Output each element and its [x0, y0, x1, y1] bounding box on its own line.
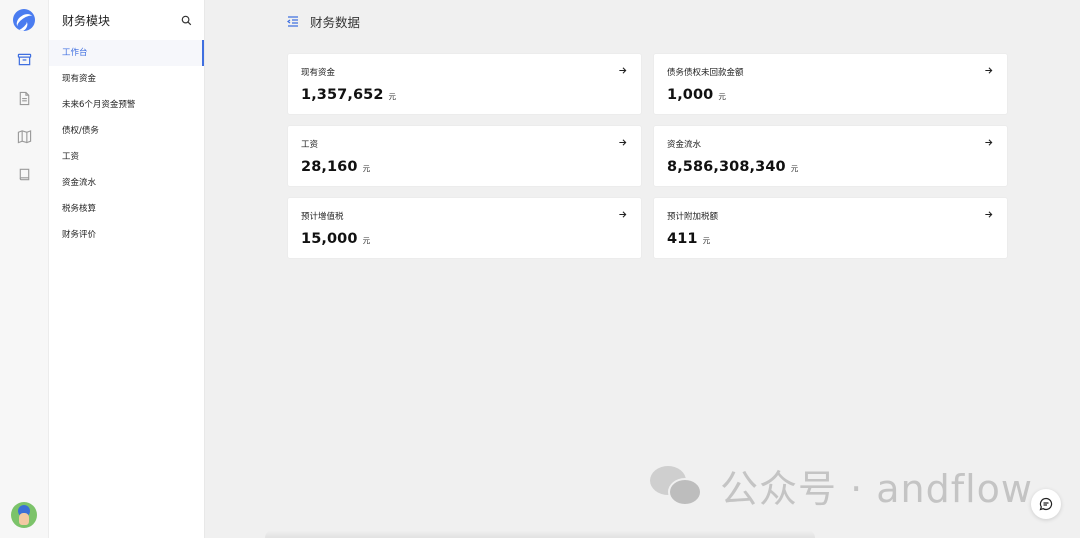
bottom-shadow — [265, 530, 815, 538]
card-unit: 元 — [702, 236, 711, 245]
card-label: 债务债权未回款金额 — [667, 68, 744, 78]
search-icon[interactable] — [181, 15, 192, 26]
card-label: 现有资金 — [301, 68, 336, 78]
app-logo[interactable] — [13, 9, 35, 31]
card-number: 1,000 — [667, 87, 714, 103]
wechat-icon — [650, 464, 706, 508]
card-unit: 元 — [362, 236, 371, 245]
card-label: 资金流水 — [667, 140, 702, 150]
page-header: 财务数据 — [287, 11, 360, 31]
card-unit: 元 — [362, 164, 371, 173]
arrow-right-icon[interactable] — [618, 210, 627, 219]
stat-card-current-funds[interactable]: 现有资金 1,357,652 元 — [287, 53, 642, 115]
sidebar-title: 财务模块 — [62, 13, 111, 28]
card-number: 28,160 — [301, 159, 358, 175]
sidebar-item-debts[interactable]: 债权/债务 — [49, 118, 204, 144]
card-value: 411 元 — [667, 231, 710, 247]
arrow-right-icon[interactable] — [618, 66, 627, 75]
book-icon[interactable] — [16, 166, 32, 182]
arrow-right-icon[interactable] — [984, 66, 993, 75]
arrow-right-icon[interactable] — [984, 210, 993, 219]
card-value: 1,000 元 — [667, 87, 726, 103]
menu-fold-icon[interactable] — [287, 15, 299, 27]
card-number: 8,586,308,340 — [667, 159, 786, 175]
sidebar-header: 财务模块 — [49, 0, 204, 40]
sidebar-item-fund-warning[interactable]: 未来6个月资金预警 — [49, 92, 204, 118]
map-icon[interactable] — [16, 128, 32, 144]
icon-rail — [0, 0, 49, 538]
card-unit: 元 — [718, 92, 726, 101]
card-value: 1,357,652 元 — [301, 87, 396, 103]
sidebar-item-workbench[interactable]: 工作台 — [49, 40, 204, 66]
chat-button[interactable] — [1031, 489, 1061, 519]
arrow-right-icon[interactable] — [618, 138, 627, 147]
sidebar-item-evaluation[interactable]: 财务评价 — [49, 222, 204, 248]
stat-card-receivables[interactable]: 债务债权未回款金额 1,000 元 — [653, 53, 1008, 115]
card-label: 预计附加税额 — [667, 212, 719, 222]
sidebar: 财务模块 工作台 现有资金 未来6个月资金预警 债权/债务 工资 资金流水 税务… — [49, 0, 205, 538]
stat-card-salary[interactable]: 工资 28,160 元 — [287, 125, 642, 187]
card-unit: 元 — [388, 92, 397, 101]
card-unit: 元 — [790, 164, 799, 173]
card-number: 411 — [667, 231, 698, 247]
card-label: 预计增值税 — [301, 212, 344, 222]
stat-card-vat[interactable]: 预计增值税 15,000 元 — [287, 197, 642, 259]
card-number: 1,357,652 — [301, 87, 384, 103]
inbox-icon[interactable] — [16, 51, 32, 67]
sidebar-item-tax[interactable]: 税务核算 — [49, 196, 204, 222]
card-value: 15,000 元 — [301, 231, 370, 247]
sidebar-item-cash-flow[interactable]: 资金流水 — [49, 170, 204, 196]
stat-card-cash-flow[interactable]: 资金流水 8,586,308,340 元 — [653, 125, 1008, 187]
page-title: 财务数据 — [310, 14, 361, 30]
watermark: 公众号 · andflow — [650, 458, 1033, 513]
document-icon[interactable] — [16, 90, 32, 106]
avatar[interactable] — [11, 502, 37, 528]
stat-card-surtax[interactable]: 预计附加税额 411 元 — [653, 197, 1008, 259]
card-number: 15,000 — [301, 231, 358, 247]
card-value: 28,160 元 — [301, 159, 370, 175]
sidebar-item-current-funds[interactable]: 现有资金 — [49, 66, 204, 92]
watermark-text: 公众号 · andflow — [720, 467, 1033, 511]
card-value: 8,586,308,340 元 — [667, 159, 798, 175]
arrow-right-icon[interactable] — [984, 138, 993, 147]
card-label: 工资 — [301, 140, 319, 150]
chat-icon — [1039, 497, 1053, 511]
sidebar-item-salary[interactable]: 工资 — [49, 144, 204, 170]
